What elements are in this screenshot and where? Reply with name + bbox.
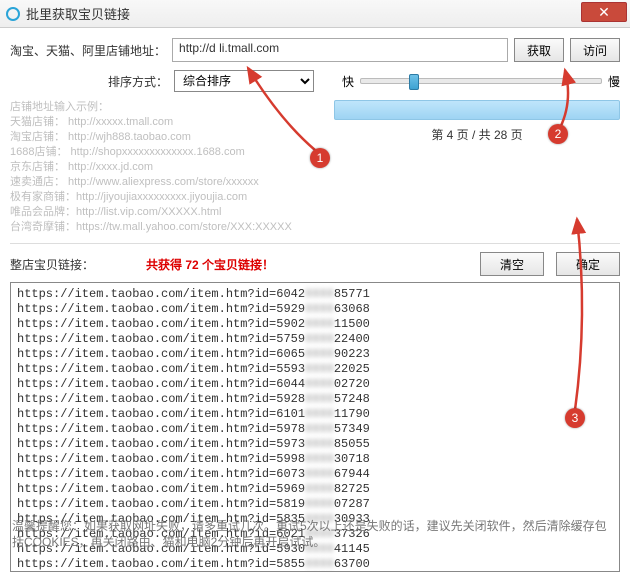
- count-text: 共获得 72 个宝贝链接！: [146, 256, 274, 273]
- all-links-label: 整店宝贝链接：: [10, 256, 94, 273]
- speed-slider[interactable]: [360, 78, 602, 84]
- titlebar: 批里获取宝贝链接 ✕: [0, 0, 630, 28]
- clear-button[interactable]: 清空: [480, 252, 544, 276]
- list-item[interactable]: https://item.taobao.com/item.htm?id=5929…: [17, 302, 613, 317]
- progress-bar: [334, 100, 620, 120]
- list-item[interactable]: https://item.taobao.com/item.htm?id=6042…: [17, 287, 613, 302]
- list-item[interactable]: https://item.taobao.com/item.htm?id=5978…: [17, 422, 613, 437]
- fetch-button[interactable]: 获取: [514, 38, 564, 62]
- divider: [10, 243, 620, 244]
- list-item[interactable]: https://item.taobao.com/item.htm?id=5759…: [17, 332, 613, 347]
- visit-button[interactable]: 访问: [570, 38, 620, 62]
- slider-thumb[interactable]: [409, 74, 419, 90]
- url-row: 淘宝、天猫、阿里店铺地址： http://d li.tmall.com 获取 访…: [10, 38, 620, 62]
- speed-fast-label: 快: [342, 73, 354, 90]
- list-item[interactable]: https://item.taobao.com/item.htm?id=5973…: [17, 437, 613, 452]
- examples-row: 店铺地址输入示例：天猫店铺： http://xxxxx.tmall.com淘宝店…: [10, 100, 620, 235]
- list-item[interactable]: https://item.taobao.com/item.htm?id=5928…: [17, 392, 613, 407]
- list-item[interactable]: https://item.taobao.com/item.htm?id=5998…: [17, 452, 613, 467]
- close-icon: ✕: [598, 4, 610, 21]
- window-title: 批里获取宝贝链接: [26, 4, 130, 23]
- url-label: 淘宝、天猫、阿里店铺地址：: [10, 42, 166, 59]
- list-item[interactable]: https://item.taobao.com/item.htm?id=5855…: [17, 557, 613, 572]
- list-item[interactable]: https://item.taobao.com/item.htm?id=5902…: [17, 317, 613, 332]
- examples-text: 店铺地址输入示例：天猫店铺： http://xxxxx.tmall.com淘宝店…: [10, 100, 320, 235]
- sort-label: 排序方式：: [108, 73, 168, 90]
- list-item[interactable]: https://item.taobao.com/item.htm?id=5593…: [17, 362, 613, 377]
- list-item[interactable]: https://item.taobao.com/item.htm?id=6044…: [17, 377, 613, 392]
- footer-tip: 温馨提醒您：如果获取网址失败，请多重试几次。重试5次以上还是失败的话，建议先关闭…: [12, 518, 618, 550]
- count-row: 整店宝贝链接： 共获得 72 个宝贝链接！ 清空 确定: [10, 252, 620, 276]
- sort-select[interactable]: 综合排序: [174, 70, 314, 92]
- list-item[interactable]: https://item.taobao.com/item.htm?id=6101…: [17, 407, 613, 422]
- speed-slow-label: 慢: [608, 73, 620, 90]
- close-button[interactable]: ✕: [581, 2, 627, 22]
- list-item[interactable]: https://item.taobao.com/item.htm?id=5969…: [17, 482, 613, 497]
- page-info: 第 4 页 / 共 28 页: [334, 126, 620, 143]
- list-item[interactable]: https://item.taobao.com/item.htm?id=6065…: [17, 347, 613, 362]
- url-input[interactable]: http://d li.tmall.com: [172, 38, 508, 62]
- ok-button[interactable]: 确定: [556, 252, 620, 276]
- app-icon: [6, 7, 20, 21]
- list-item[interactable]: https://item.taobao.com/item.htm?id=6073…: [17, 467, 613, 482]
- content-area: 淘宝、天猫、阿里店铺地址： http://d li.tmall.com 获取 访…: [0, 28, 630, 578]
- sort-row: 排序方式： 综合排序 快 慢: [10, 70, 620, 92]
- list-item[interactable]: https://item.taobao.com/item.htm?id=5819…: [17, 497, 613, 512]
